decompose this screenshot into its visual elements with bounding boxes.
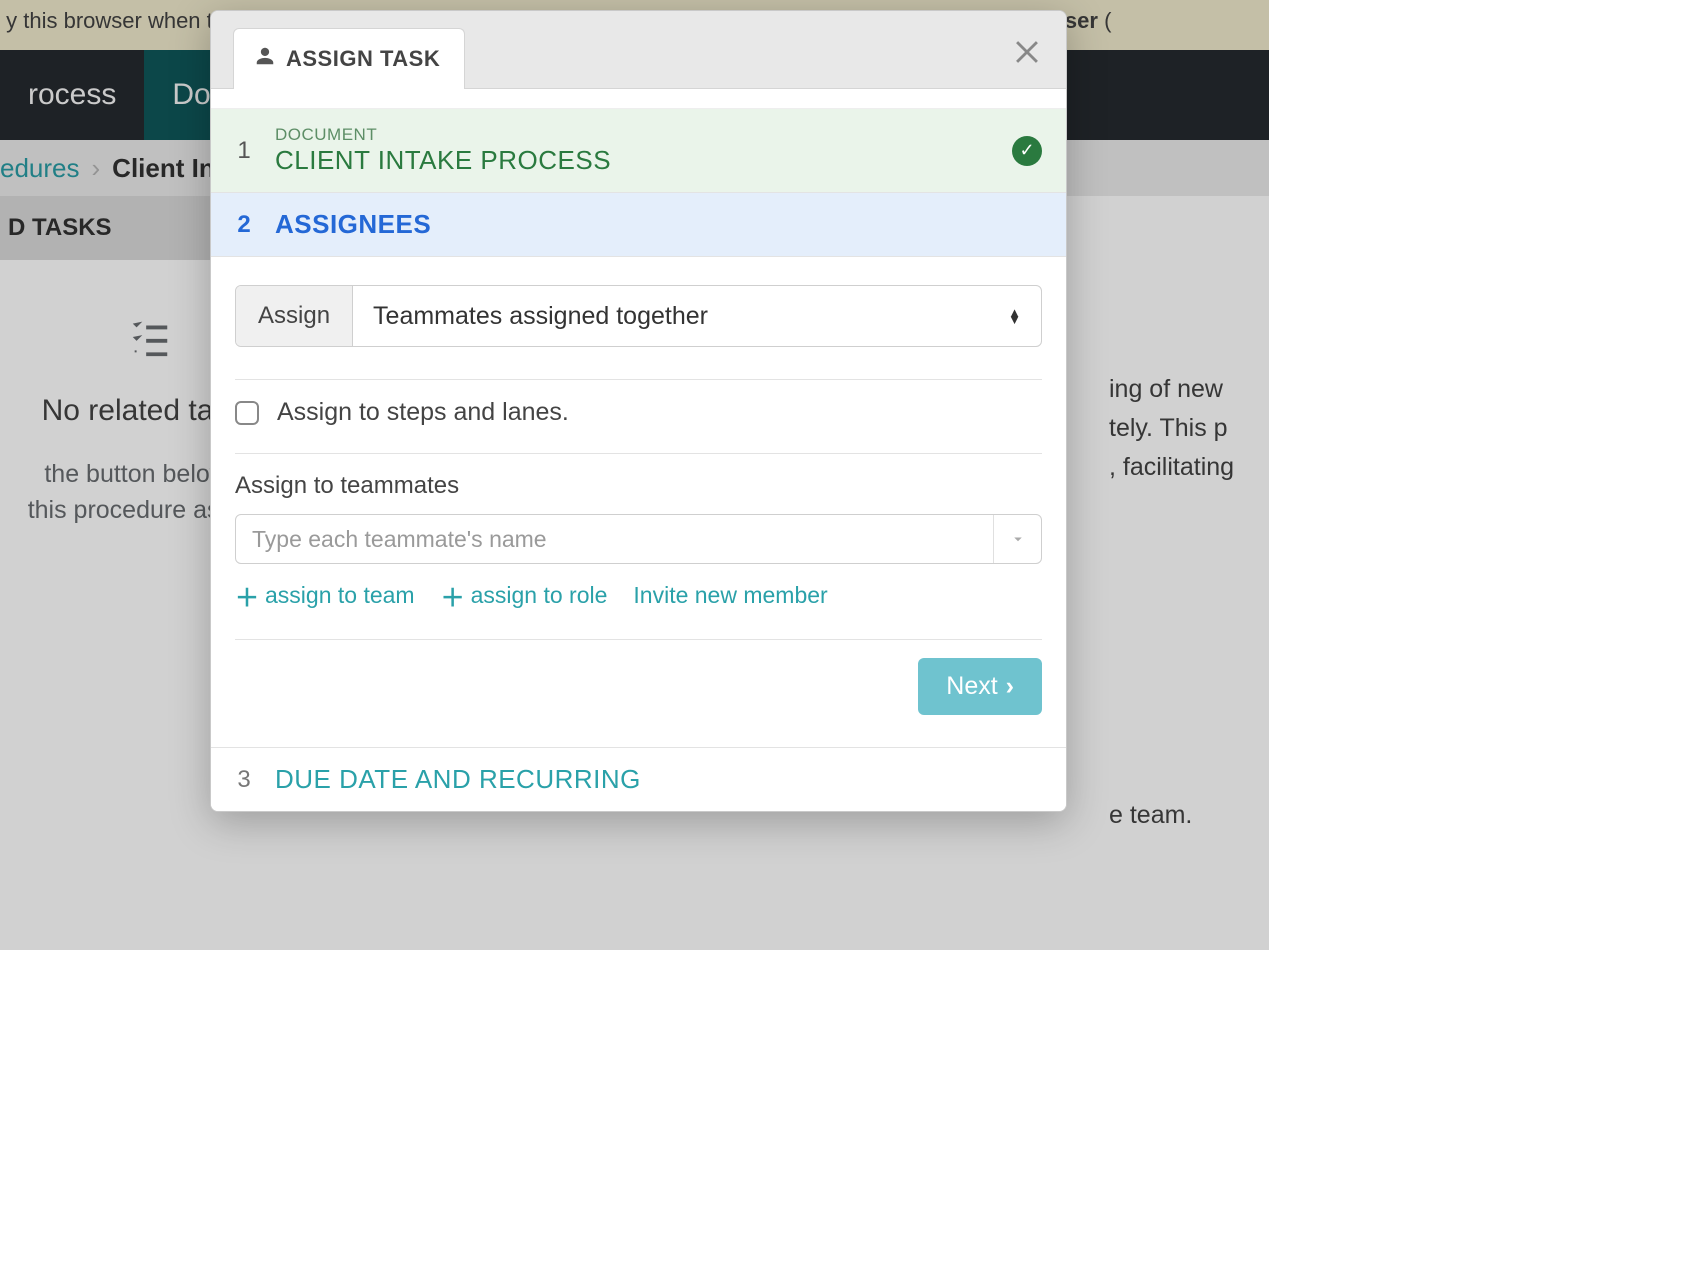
assign-to-team-link[interactable]: ＋assign to team xyxy=(235,578,415,613)
step-number: 3 xyxy=(235,766,253,794)
chevron-right-icon: › xyxy=(1006,672,1014,701)
chevron-down-icon xyxy=(1009,530,1027,548)
step-number: 2 xyxy=(235,211,253,239)
assign-mode-row: Assign Teammates assigned together ▲▼ xyxy=(235,285,1042,347)
next-button[interactable]: Next › xyxy=(918,658,1042,715)
assign-label: Assign xyxy=(236,286,353,346)
assign-steps-lanes-checkbox[interactable] xyxy=(235,401,259,425)
wizard-step-due-date[interactable]: 3 DUE DATE AND RECURRING xyxy=(211,747,1066,811)
check-icon: ✓ xyxy=(1012,136,1042,166)
step-title: ASSIGNEES xyxy=(275,209,1042,240)
assign-teammates-label: Assign to teammates xyxy=(235,472,1042,500)
person-icon xyxy=(254,45,276,73)
step-title: DUE DATE AND RECURRING xyxy=(275,764,1042,795)
wizard-step-document[interactable]: 1 DOCUMENT CLIENT INTAKE PROCESS ✓ xyxy=(211,109,1066,193)
teammates-dropdown-toggle[interactable] xyxy=(993,515,1041,563)
assign-task-modal: ASSIGN TASK 1 DOCUMENT CLIENT INTAKE PRO… xyxy=(210,10,1067,812)
modal-header: ASSIGN TASK xyxy=(211,11,1066,89)
close-button[interactable] xyxy=(1010,33,1044,72)
plus-icon: ＋ xyxy=(441,578,465,613)
close-icon xyxy=(1010,33,1044,67)
step-number: 1 xyxy=(235,137,253,165)
step-overline: DOCUMENT xyxy=(275,125,990,145)
assign-to-role-link[interactable]: ＋assign to role xyxy=(441,578,608,613)
teammates-input[interactable] xyxy=(236,515,993,563)
assign-mode-select[interactable]: Teammates assigned together ▲▼ xyxy=(353,286,1041,346)
assign-steps-lanes-label: Assign to steps and lanes. xyxy=(277,398,569,427)
wizard-step-assignees[interactable]: 2 ASSIGNEES xyxy=(211,193,1066,257)
assign-mode-value: Teammates assigned together xyxy=(373,302,708,331)
modal-tab-assign-task[interactable]: ASSIGN TASK xyxy=(233,28,465,89)
sort-caret-icon: ▲▼ xyxy=(1008,309,1021,323)
invite-member-link[interactable]: Invite new member xyxy=(633,578,827,613)
modal-tab-label: ASSIGN TASK xyxy=(286,46,440,72)
step-title: CLIENT INTAKE PROCESS xyxy=(275,145,990,176)
plus-icon: ＋ xyxy=(235,578,259,613)
